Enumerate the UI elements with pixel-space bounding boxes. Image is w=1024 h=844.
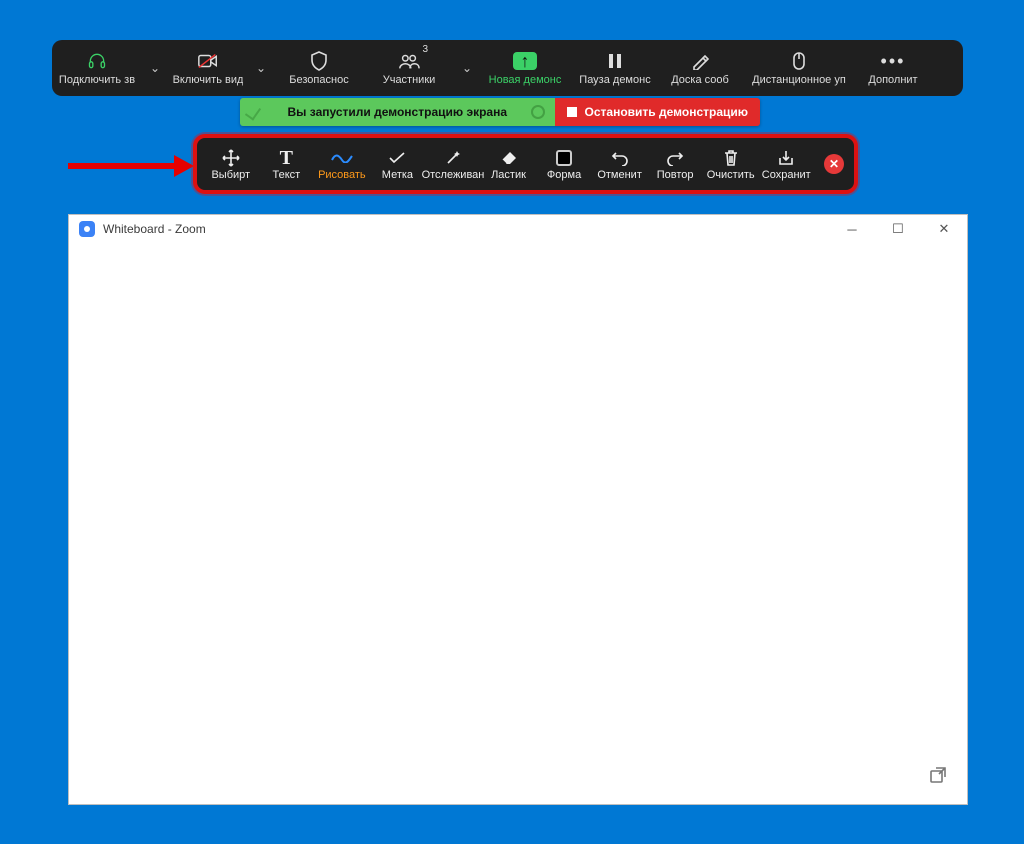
share-screen-icon: ↑: [513, 50, 537, 72]
share-status-text: Вы запустили демонстрацию экрана: [288, 105, 508, 119]
move-icon: [222, 147, 240, 169]
undo-icon: [611, 147, 629, 169]
text-icon: T: [280, 147, 293, 169]
redo-button[interactable]: Повтор: [647, 138, 703, 190]
text-label: Текст: [272, 169, 300, 181]
check-icon: [388, 147, 406, 169]
save-label: Сохранит: [762, 169, 811, 181]
spotlight-tool[interactable]: Отслеживан: [425, 138, 481, 190]
clear-button[interactable]: Очистить: [703, 138, 759, 190]
mouse-icon: [792, 50, 806, 72]
start-video-button[interactable]: Включить вид: [168, 40, 248, 96]
redo-label: Повтор: [657, 169, 694, 181]
spotlight-label: Отслеживан: [422, 169, 485, 181]
window-controls: ─ ☐ ✕: [829, 215, 967, 243]
undo-button[interactable]: Отменит: [592, 138, 648, 190]
annotation-arrow: [68, 155, 194, 175]
text-tool[interactable]: T Текст: [259, 138, 315, 190]
security-label: Безопаснос: [289, 74, 348, 86]
draw-label: Рисовать: [318, 169, 366, 181]
remote-control-button[interactable]: Дистанционное уп: [740, 40, 858, 96]
pencil-icon: [691, 50, 709, 72]
save-icon: [777, 147, 795, 169]
redo-icon: [666, 147, 684, 169]
eraser-tool[interactable]: Ластик: [481, 138, 537, 190]
join-audio-caret[interactable]: ⌄: [142, 61, 168, 75]
stop-share-button[interactable]: Остановить демонстрацию: [555, 98, 760, 126]
stamp-tool[interactable]: Метка: [370, 138, 426, 190]
draw-tool[interactable]: Рисовать: [314, 138, 370, 190]
close-window-button[interactable]: ✕: [921, 215, 967, 243]
draw-icon: [331, 147, 353, 169]
trash-icon: [723, 147, 739, 169]
whiteboard-button[interactable]: Доска сооб: [660, 40, 740, 96]
more-label: Дополнит: [868, 74, 917, 86]
zoom-app-icon: [79, 221, 95, 237]
more-button[interactable]: ••• Дополнит: [858, 40, 928, 96]
pause-icon: [607, 50, 623, 72]
start-video-caret[interactable]: ⌄: [248, 61, 274, 75]
participants-caret[interactable]: ⌄: [454, 61, 480, 75]
shield-icon: [310, 50, 328, 72]
new-share-button[interactable]: ↑ Новая демонс: [480, 40, 570, 96]
whiteboard-window: Whiteboard - Zoom ─ ☐ ✕: [68, 214, 968, 805]
participants-icon: 3: [398, 50, 420, 72]
share-status: Вы запустили демонстрацию экрана: [240, 98, 555, 126]
save-button[interactable]: Сохранит: [758, 138, 814, 190]
participants-count: 3: [422, 44, 428, 55]
stamp-label: Метка: [382, 169, 413, 181]
video-off-icon: [197, 50, 219, 72]
participants-label: Участники: [383, 74, 436, 86]
join-audio-label: Подключить зв: [59, 74, 135, 86]
stop-icon: [567, 107, 577, 117]
remote-control-label: Дистанционное уп: [752, 74, 846, 86]
start-video-label: Включить вид: [173, 74, 244, 86]
format-label: Форма: [547, 169, 581, 181]
join-audio-button[interactable]: Подключить зв: [52, 40, 142, 96]
participants-button[interactable]: 3 Участники: [364, 40, 454, 96]
stop-share-label: Остановить демонстрацию: [585, 105, 748, 119]
popout-button[interactable]: [927, 764, 949, 786]
pause-share-button[interactable]: Пауза демонс: [570, 40, 660, 96]
annotation-toolbar: Выбирт T Текст Рисовать Метка Отслеживан…: [193, 134, 858, 194]
eraser-label: Ластик: [491, 169, 526, 181]
clear-label: Очистить: [707, 169, 755, 181]
select-tool[interactable]: Выбирт: [203, 138, 259, 190]
format-icon: [556, 147, 572, 169]
window-title: Whiteboard - Zoom: [103, 222, 206, 236]
minimize-button[interactable]: ─: [829, 215, 875, 243]
whiteboard-label: Доска сооб: [671, 74, 729, 86]
pause-share-label: Пауза демонс: [579, 74, 650, 86]
more-icon: •••: [881, 50, 906, 72]
eraser-icon: [500, 147, 518, 169]
format-tool[interactable]: Форма: [536, 138, 592, 190]
new-share-label: Новая демонс: [489, 74, 562, 86]
share-notification-bar: Вы запустили демонстрацию экрана Останов…: [240, 98, 760, 126]
headphones-icon: [87, 50, 107, 72]
undo-label: Отменит: [597, 169, 642, 181]
security-button[interactable]: Безопаснос: [274, 40, 364, 96]
main-toolbar: Подключить зв ⌄ Включить вид ⌄ Безопасно…: [52, 40, 963, 96]
select-label: Выбирт: [211, 169, 250, 181]
wand-icon: [444, 147, 462, 169]
close-annotation-button[interactable]: ✕: [824, 154, 844, 174]
maximize-button[interactable]: ☐: [875, 215, 921, 243]
